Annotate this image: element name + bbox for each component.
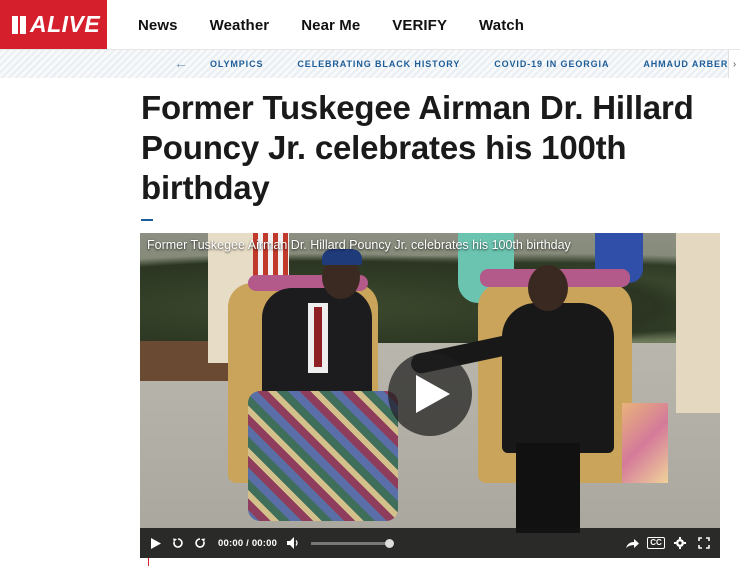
video-player[interactable]: Former Tuskegee Airman Dr. Hillard Pounc… — [140, 233, 720, 558]
topic-link-black-history[interactable]: CELEBRATING BLACK HISTORY — [297, 59, 460, 69]
play-icon — [416, 375, 450, 413]
site-logo[interactable]: ALIVE — [0, 0, 107, 49]
scene-blanket — [248, 391, 398, 521]
big-play-button[interactable] — [388, 352, 472, 436]
gear-icon[interactable] — [672, 535, 688, 551]
headline-divider — [141, 219, 153, 221]
video-title: Former Tuskegee Airman Dr. Hillard Pounc… — [147, 238, 571, 252]
nav-item-watch[interactable]: Watch — [479, 17, 524, 34]
volume-icon[interactable] — [285, 535, 301, 551]
cc-icon[interactable]: CC — [647, 535, 665, 551]
time-display: 00:00 / 00:00 — [218, 537, 278, 549]
main-nav: News Weather Near Me VERIFY Watch — [138, 0, 556, 50]
article-headline: Former Tuskegee Airman Dr. Hillard Pounc… — [141, 89, 694, 206]
logo-text: ALIVE — [30, 11, 101, 37]
alive-logo-icon — [12, 15, 26, 34]
topic-link-ahmaud-arbery[interactable]: AHMAUD ARBERY'S D — [643, 59, 740, 69]
right-controls: CC — [616, 535, 712, 551]
top-navigation: ALIVE News Weather Near Me VERIFY Watch — [0, 0, 740, 50]
topic-list: OLYMPICS CELEBRATING BLACK HISTORY COVID… — [210, 50, 740, 78]
share-icon[interactable] — [624, 535, 640, 551]
fullscreen-icon[interactable] — [696, 535, 712, 551]
replay-icon[interactable] — [170, 535, 186, 551]
chevron-right-icon[interactable]: › — [728, 50, 740, 78]
scene-gift-bag — [622, 403, 668, 483]
content-marker — [148, 558, 149, 566]
video-controls: 00:00 / 00:00 CC — [140, 528, 720, 558]
nav-item-news[interactable]: News — [138, 17, 178, 34]
scene-man-tie — [314, 307, 322, 367]
topic-link-covid-georgia[interactable]: COVID-19 IN GEORGIA — [494, 59, 609, 69]
volume-slider[interactable] — [311, 538, 395, 548]
play-icon[interactable] — [148, 535, 164, 551]
scene-woman-legs — [516, 443, 580, 533]
scene-woman-head — [528, 265, 568, 311]
nav-item-weather[interactable]: Weather — [210, 17, 270, 34]
topic-strip: ← OLYMPICS CELEBRATING BLACK HISTORY COV… — [0, 50, 740, 78]
nav-item-verify[interactable]: VERIFY — [392, 17, 447, 34]
arrow-left-icon[interactable]: ← — [174, 55, 188, 71]
volume-slider-knob[interactable] — [385, 538, 395, 548]
topic-link-olympics[interactable]: OLYMPICS — [210, 59, 263, 69]
nav-item-near-me[interactable]: Near Me — [301, 17, 360, 34]
scene-woman-body — [502, 303, 614, 453]
scene-pillar-right — [676, 233, 720, 413]
forward-icon[interactable] — [192, 535, 208, 551]
